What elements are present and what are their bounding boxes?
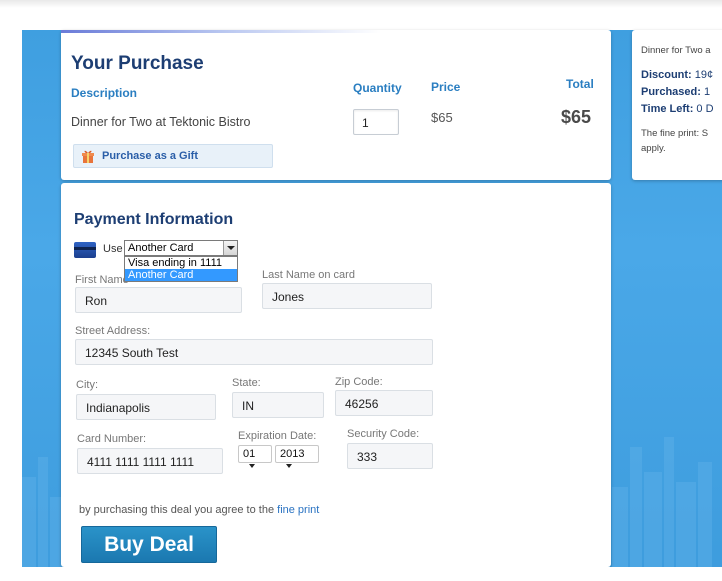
security-code-label: Security Code: <box>347 428 420 440</box>
bottom-band <box>0 567 722 581</box>
chevron-down-icon[interactable] <box>223 241 237 255</box>
first-name-label: First Name <box>75 274 129 286</box>
terms-text: by purchasing this deal you agree to the… <box>79 504 319 516</box>
page: Your Purchase Description Quantity Price… <box>0 0 722 581</box>
time-left-value: 0 D <box>696 103 714 115</box>
state-field[interactable]: IN <box>232 392 324 418</box>
chevron-down-icon <box>286 464 292 469</box>
street-address-field[interactable]: 12345 South Test <box>75 339 433 365</box>
expiration-month-select[interactable]: 01 <box>238 445 272 469</box>
total-value: $65 <box>561 107 592 127</box>
card-number-field[interactable]: 4111 1111 1111 1111 <box>77 448 223 474</box>
payment-title: Payment Information <box>74 211 234 228</box>
saved-card-select[interactable]: Another Card <box>124 240 238 256</box>
description-header: Description <box>71 86 138 100</box>
accent-line <box>61 30 381 33</box>
saved-card-dropdown: Visa ending in 1111 Another Card <box>124 256 238 282</box>
chevron-down-icon <box>249 464 255 469</box>
last-name-field[interactable]: Jones <box>262 283 432 309</box>
terms-prefix: by purchasing this deal you agree to the <box>79 504 275 516</box>
time-left-row: Time Left: 0 D <box>641 103 714 115</box>
expiration-date-label: Expiration Date: <box>238 430 317 442</box>
zip-code-field[interactable]: 46256 <box>335 390 433 416</box>
expiration-month-value: 01 <box>243 448 256 460</box>
city-label: City: <box>76 379 98 391</box>
purchased-row: Purchased: 1 <box>641 86 710 98</box>
fine-print-link[interactable]: fine print <box>277 504 319 516</box>
price-header: Price <box>431 80 461 94</box>
top-shadow <box>0 0 722 8</box>
deal-info-sidebar: Dinner for Two a Discount: 19¢ Purchased… <box>632 30 722 180</box>
deal-title: Dinner for Two a <box>641 45 711 56</box>
purchase-summary-panel: Your Purchase Description Quantity Price… <box>61 30 611 180</box>
total-header: Total <box>566 77 594 91</box>
discount-value: 19¢ <box>694 69 714 81</box>
payment-information-panel: Payment Information Use Another Card Vis… <box>61 183 611 567</box>
expiration-year-select[interactable]: 2013 <box>275 445 319 469</box>
card-option-visa[interactable]: Visa ending in 1111 <box>125 257 237 269</box>
fine-print-line-1: The fine print: S <box>641 128 709 139</box>
gift-label: Purchase as a Gift <box>102 150 198 162</box>
fine-print-line-2: apply. <box>641 143 666 154</box>
purchase-as-gift-button[interactable]: Purchase as a Gift <box>73 144 273 168</box>
discount-row: Discount: 19¢ <box>641 69 713 81</box>
discount-label: Discount: <box>641 69 692 81</box>
price-value: $65 <box>431 110 453 125</box>
purchase-title: Your Purchase <box>71 53 204 74</box>
credit-card-icon <box>74 242 96 258</box>
time-left-label: Time Left: <box>641 103 694 115</box>
security-code-field[interactable]: 333 <box>347 443 433 469</box>
purchased-value: 1 <box>703 86 711 98</box>
saved-card-select-value: Another Card <box>128 242 194 254</box>
quantity-header: Quantity <box>353 81 402 95</box>
quantity-input[interactable]: 1 <box>353 109 399 135</box>
card-number-label: Card Number: <box>77 433 147 445</box>
last-name-label: Last Name on card <box>262 269 355 281</box>
zip-code-label: Zip Code: <box>335 376 383 388</box>
gift-icon <box>82 150 94 163</box>
item-description: Dinner for Two at Tektonic Bistro <box>71 115 251 129</box>
first-name-field[interactable]: Ron <box>75 287 242 313</box>
purchased-label: Purchased: <box>641 86 701 98</box>
state-label: State: <box>232 377 261 389</box>
buy-deal-button[interactable]: Buy Deal <box>81 526 217 563</box>
expiration-year-value: 2013 <box>280 448 305 460</box>
street-address-label: Street Address: <box>75 325 151 337</box>
use-label: Use <box>103 243 123 255</box>
city-field[interactable]: Indianapolis <box>76 394 216 420</box>
card-option-another[interactable]: Another Card <box>125 269 237 281</box>
